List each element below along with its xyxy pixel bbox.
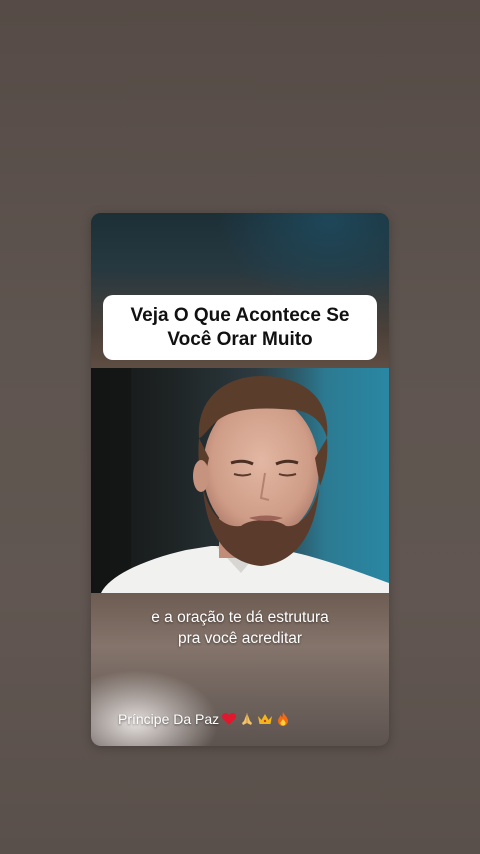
caption-line-1: e a oração te dá estrutura	[151, 609, 329, 626]
video-caption-area: e a oração te dá estrutura pra você acre…	[91, 593, 389, 746]
video-title-line-2: Você Orar Muito	[167, 328, 313, 350]
fire-icon	[278, 712, 289, 726]
video-frame[interactable]	[91, 368, 389, 593]
channel-label[interactable]: Príncipe Da Paz	[118, 711, 291, 727]
video-header-area: Veja O Que Acontece Se Você Orar Muito	[91, 213, 389, 368]
caption-line-2: pra você acreditar	[177, 630, 303, 647]
heart-icon	[222, 713, 237, 725]
video-title-box: Veja O Que Acontece Se Você Orar Muito	[103, 295, 377, 360]
speaker-image	[91, 368, 389, 593]
video-title-line-1: Veja O Que Acontece Se	[130, 304, 350, 326]
crown-icon	[258, 714, 273, 724]
channel-name: Príncipe Da Paz	[118, 711, 220, 727]
screen: Veja O Que Acontece Se Você Orar Muito e…	[0, 0, 480, 854]
praying-hands-icon	[242, 713, 253, 725]
video-caption: e a oração te dá estrutura pra você acre…	[91, 607, 389, 649]
video-card[interactable]: Veja O Que Acontece Se Você Orar Muito e…	[91, 213, 389, 746]
